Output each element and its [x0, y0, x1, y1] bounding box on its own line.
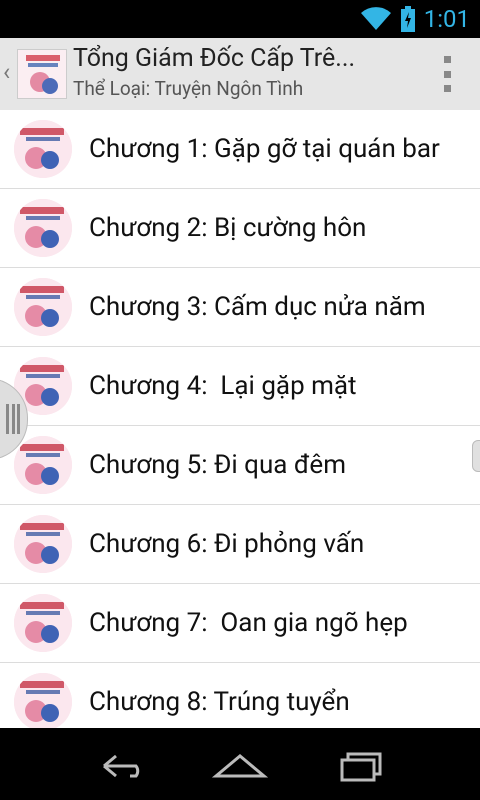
list-item[interactable]: Chương 4: Lại gặp mặt	[0, 347, 480, 426]
chapter-title: Chương 7: Oan gia ngõ hẹp	[89, 608, 408, 638]
chevron-left-icon[interactable]: ‹	[3, 58, 10, 86]
chapter-title: Chương 1: Gặp gỡ tại quán bar	[89, 134, 440, 164]
chapter-title: Chương 3: Cấm dục nửa năm	[89, 292, 426, 322]
chapter-cover-icon	[14, 436, 72, 494]
status-right: 1:01	[360, 0, 470, 38]
page-title: Tổng Giám Đốc Cấp Trê...	[73, 44, 356, 73]
book-cover-icon	[18, 50, 66, 98]
battery-icon	[400, 6, 415, 32]
clock: 1:01	[423, 5, 470, 33]
list-item[interactable]: Chương 5: Đi qua đêm	[0, 426, 480, 505]
list-item[interactable]: Chương 1: Gặp gỡ tại quán bar	[0, 110, 480, 189]
chapter-cover-icon	[14, 278, 72, 336]
chapter-cover-icon	[14, 120, 72, 178]
chapter-title: Chương 8: Trúng tuyển	[89, 687, 350, 717]
status-bar: 1:01	[0, 0, 480, 38]
chapter-title: Chương 5: Đi qua đêm	[89, 450, 347, 480]
list-item[interactable]: Chương 3: Cấm dục nửa năm	[0, 268, 480, 347]
recents-icon[interactable]	[330, 746, 390, 786]
chapter-cover-icon	[14, 594, 72, 652]
chapter-cover-icon	[14, 673, 72, 728]
chapter-title: Chương 6: Đi phỏng vấn	[89, 529, 365, 559]
list-item[interactable]: Chương 8: Trúng tuyển	[0, 663, 480, 728]
chapter-title: Chương 2: Bị cường hôn	[89, 213, 367, 243]
overflow-menu-icon[interactable]	[442, 56, 452, 92]
action-bar: ‹ Tổng Giám Đốc Cấp Trê... Thể Loại: Tru…	[0, 38, 480, 111]
back-icon[interactable]	[90, 746, 150, 786]
navigation-bar	[0, 728, 480, 800]
list-item[interactable]: Chương 2: Bị cường hôn	[0, 189, 480, 268]
page-subtitle: Thể Loại: Truyện Ngôn Tình	[73, 77, 304, 100]
app-icon[interactable]	[17, 49, 67, 99]
list-item[interactable]: Chương 6: Đi phỏng vấn	[0, 505, 480, 584]
drag-handle-icon	[6, 404, 20, 434]
wifi-icon	[360, 7, 391, 31]
chapter-list[interactable]: Chương 1: Gặp gỡ tại quán bar Chương 2: …	[0, 110, 480, 728]
chapter-title: Chương 4: Lại gặp mặt	[89, 371, 357, 401]
right-drawer-handle[interactable]	[472, 440, 480, 472]
chapter-cover-icon	[14, 199, 72, 257]
list-item[interactable]: Chương 7: Oan gia ngõ hẹp	[0, 584, 480, 663]
home-icon[interactable]	[210, 746, 270, 786]
chapter-cover-icon	[14, 515, 72, 573]
